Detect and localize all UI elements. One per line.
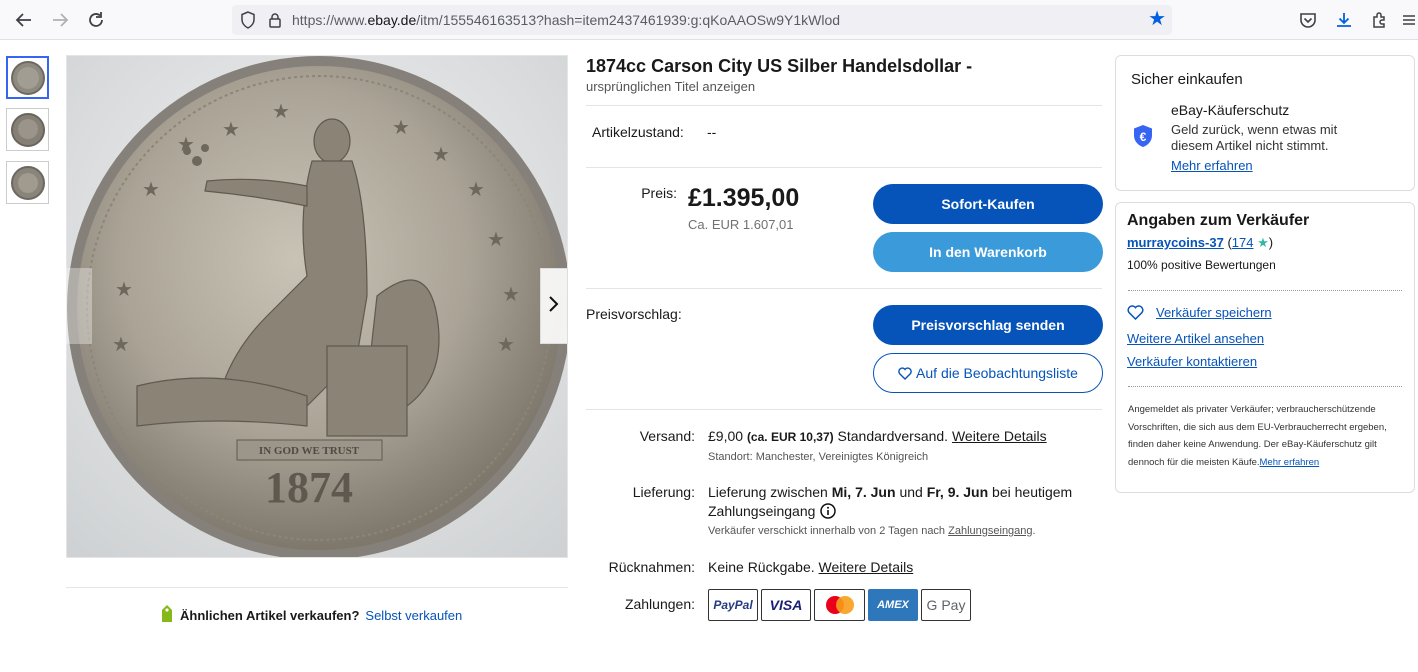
heart-icon xyxy=(898,366,912,380)
heart-icon xyxy=(1127,305,1144,320)
feedback-star-icon: ★ xyxy=(1257,235,1269,250)
save-seller-link[interactable]: Verkäufer speichern xyxy=(1156,305,1272,320)
original-title-link[interactable]: ursprünglichen Titel anzeigen xyxy=(586,79,755,94)
seller-name-row: murraycoins-37 (174 ★) xyxy=(1127,235,1274,250)
buy-now-button[interactable]: Sofort-Kaufen xyxy=(873,184,1103,224)
divider xyxy=(586,409,1102,410)
offer-label: Preisvorschlag: xyxy=(586,306,682,322)
svg-text:★: ★ xyxy=(392,117,410,139)
payment-received-link[interactable]: Zahlungseingang xyxy=(948,525,1032,537)
divider xyxy=(586,167,1102,168)
contact-seller-link[interactable]: Verkäufer kontaktieren xyxy=(1127,354,1257,369)
delivery-value-line2: Zahlungseingang xyxy=(708,503,837,519)
svg-text:★: ★ xyxy=(142,179,160,201)
fine-print-learn-more-link[interactable]: Mehr erfahren xyxy=(1260,457,1320,468)
thumbnail-1[interactable] xyxy=(6,56,49,99)
lock-icon[interactable] xyxy=(268,12,282,33)
protection-line-1: Geld zurück, wenn etwas mit xyxy=(1171,122,1338,137)
seller-name-link[interactable]: murraycoins-37 xyxy=(1127,235,1224,250)
svg-text:★: ★ xyxy=(115,279,133,301)
price-converted: Ca. EUR 1.607,01 xyxy=(688,217,794,232)
coin-year: 1874 xyxy=(265,463,353,512)
price-value: £1.395,00 xyxy=(688,184,800,212)
chevron-right-icon xyxy=(548,293,560,319)
thumbnail-2[interactable] xyxy=(6,108,49,151)
listing-title: 1874cc Carson City US Silber Handelsdoll… xyxy=(586,56,973,76)
item-location: Standort: Manchester, Vereinigtes Königr… xyxy=(708,451,929,463)
returns-details-link[interactable]: Weitere Details xyxy=(819,559,914,575)
tracking-shield-icon[interactable] xyxy=(240,11,256,34)
svg-text:★: ★ xyxy=(497,334,515,356)
learn-more-link[interactable]: Mehr erfahren xyxy=(1171,158,1253,173)
svg-text:€: € xyxy=(1140,130,1147,144)
info-icon[interactable] xyxy=(820,503,837,519)
feedback-count-link[interactable]: 174 xyxy=(1232,235,1254,250)
menu-icon[interactable] xyxy=(1400,8,1418,32)
secure-shopping-heading: Sicher einkaufen xyxy=(1131,71,1243,88)
seller-positive-rating: 100% positive Bewertungen xyxy=(1127,258,1276,272)
forward-icon[interactable] xyxy=(48,8,72,32)
svg-text:★: ★ xyxy=(112,334,130,356)
amex-icon: AMEX xyxy=(868,589,918,621)
euro-shield-icon: € xyxy=(1132,124,1154,153)
divider xyxy=(586,105,1102,106)
extensions-icon[interactable] xyxy=(1368,8,1392,32)
protection-line-2: diesem Artikel nicht stimmt. xyxy=(1171,138,1329,153)
buyer-protection-title: eBay-Käuferschutz xyxy=(1171,102,1290,118)
watchlist-label: Auf die Beobachtungsliste xyxy=(916,365,1078,381)
divider xyxy=(586,288,1102,289)
condition-label: Artikelzustand: xyxy=(592,124,684,140)
next-image-button[interactable] xyxy=(540,268,568,344)
divider xyxy=(1128,386,1402,387)
returns-label: Rücknahmen: xyxy=(608,559,695,575)
google-pay-icon: G Pay xyxy=(921,589,971,621)
main-product-image[interactable]: ★ ★ ★ ★ ★ ★ ★ ★ ★ ★ ★ ★ IN GOD WE TRUST xyxy=(66,55,568,558)
prev-image-button[interactable] xyxy=(66,268,92,344)
private-seller-notice: Angemeldet als privater Verkäufer; verbr… xyxy=(1128,404,1387,468)
save-seller-row[interactable]: Verkäufer speichern xyxy=(1127,305,1272,320)
delivery-label: Lieferung: xyxy=(632,484,695,500)
url-text: https://www.ebay.de/itm/155546163513?has… xyxy=(292,12,841,28)
svg-text:★: ★ xyxy=(502,284,520,306)
divider xyxy=(66,587,568,588)
address-bar[interactable]: https://www.ebay.de/itm/155546163513?has… xyxy=(232,5,1172,35)
svg-text:★: ★ xyxy=(222,119,240,141)
payments-label: Zahlungen: xyxy=(624,596,695,612)
more-items-link[interactable]: Weitere Artikel ansehen xyxy=(1127,331,1264,346)
shipping-details-link[interactable]: Weitere Details xyxy=(952,428,1047,444)
delivery-value: Lieferung zwischen Mi, 7. Jun und Fr, 9.… xyxy=(708,484,1073,500)
sell-yourself-link[interactable]: Selbst verkaufen xyxy=(365,608,462,623)
shipping-value: £9,00 (ca. EUR 10,37) Standardversand. W… xyxy=(708,428,1047,444)
send-offer-button[interactable]: Preisvorschlag senden xyxy=(873,305,1103,345)
dispatch-info: Verkäufer verschickt innerhalb von 2 Tag… xyxy=(708,525,1036,537)
sell-similar-row: Ähnlichen Artikel verkaufen? Selbst verk… xyxy=(160,604,462,627)
coin-motto: IN GOD WE TRUST xyxy=(259,445,360,457)
pocket-icon[interactable] xyxy=(1296,8,1320,32)
svg-text:★: ★ xyxy=(272,101,290,123)
add-to-cart-button[interactable]: In den Warenkorb xyxy=(873,232,1103,272)
thumbnail-3[interactable] xyxy=(6,161,49,204)
divider xyxy=(1128,290,1402,291)
svg-text:★: ★ xyxy=(467,179,485,201)
svg-text:★: ★ xyxy=(432,144,450,166)
downloads-icon[interactable] xyxy=(1332,8,1356,32)
seller-heading: Angaben zum Verkäufer xyxy=(1127,212,1310,229)
price-label: Preis: xyxy=(641,185,677,201)
price-tag-icon xyxy=(160,604,174,627)
watchlist-button[interactable]: Auf die Beobachtungsliste xyxy=(873,353,1103,393)
shipping-label: Versand: xyxy=(639,428,695,444)
reload-icon[interactable] xyxy=(84,8,108,32)
bookmark-star-icon[interactable]: ★ xyxy=(1148,9,1166,29)
svg-text:★: ★ xyxy=(487,229,505,251)
back-icon[interactable] xyxy=(12,8,36,32)
condition-value: -- xyxy=(707,124,717,140)
browser-toolbar: https://www.ebay.de/itm/155546163513?has… xyxy=(0,0,1418,40)
mastercard-icon xyxy=(814,589,865,621)
paypal-icon: PayPal xyxy=(708,589,758,621)
returns-value: Keine Rückgabe. Weitere Details xyxy=(708,559,914,575)
visa-icon: VISA xyxy=(761,589,811,621)
sell-similar-question: Ähnlichen Artikel verkaufen? xyxy=(180,608,360,623)
